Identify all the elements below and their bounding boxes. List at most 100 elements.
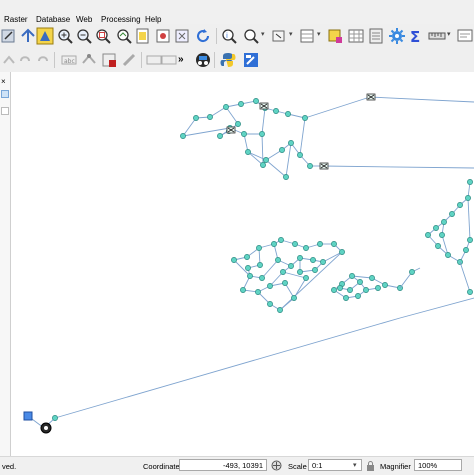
network-node[interactable]: [277, 307, 283, 313]
network-node[interactable]: [288, 140, 294, 146]
network-node[interactable]: [257, 262, 263, 268]
menu-processing[interactable]: Processing: [101, 15, 141, 24]
network-node[interactable]: [223, 104, 229, 110]
network-node[interactable]: [255, 289, 261, 295]
network-node[interactable]: [369, 275, 375, 281]
network-node[interactable]: [207, 114, 213, 120]
redo-icon[interactable]: [34, 51, 52, 69]
network-node[interactable]: [241, 131, 247, 137]
zoom-selection-icon[interactable]: [134, 27, 152, 45]
text-annotation-icon[interactable]: [160, 51, 178, 69]
network-node[interactable]: [193, 115, 199, 121]
annotation-icon[interactable]: [456, 27, 474, 45]
depot-marker[interactable]: [23, 411, 33, 421]
identify-icon[interactable]: i: [220, 27, 238, 45]
network-node[interactable]: [312, 267, 318, 273]
network-node[interactable]: [267, 301, 273, 307]
network-node[interactable]: [467, 179, 473, 185]
network-map[interactable]: [11, 72, 474, 456]
network-node[interactable]: [267, 283, 273, 289]
network-node[interactable]: [357, 279, 363, 285]
redo-icon[interactable]: [16, 51, 34, 69]
network-node[interactable]: [245, 149, 251, 155]
network-node[interactable]: [310, 257, 316, 263]
network-node[interactable]: [433, 225, 439, 231]
extents-icon[interactable]: [271, 460, 282, 471]
network-node[interactable]: [435, 243, 441, 249]
network-node[interactable]: [303, 275, 309, 281]
label-icon[interactable]: abc: [60, 51, 78, 69]
network-node[interactable]: [278, 237, 284, 243]
network-node[interactable]: [283, 174, 289, 180]
menu-database[interactable]: Database: [36, 15, 70, 24]
attribute-table-icon[interactable]: [298, 27, 316, 45]
network-node[interactable]: [343, 295, 349, 301]
magnifier-field[interactable]: 100%: [414, 459, 462, 471]
network-node[interactable]: [259, 275, 265, 281]
network-node[interactable]: [409, 269, 415, 275]
statistics-icon[interactable]: Σ: [407, 27, 425, 45]
edit-script-icon[interactable]: [242, 51, 260, 69]
layer-item[interactable]: [1, 107, 9, 115]
network-node[interactable]: [467, 237, 473, 243]
network-node[interactable]: [247, 273, 253, 279]
layer-item[interactable]: [1, 90, 9, 98]
coordinate-field[interactable]: -493, 10391: [179, 459, 267, 471]
network-node[interactable]: [297, 152, 303, 158]
zoom-out-icon[interactable]: [75, 27, 93, 45]
chevron-down-icon[interactable]: ▾: [353, 461, 357, 469]
network-node[interactable]: [271, 241, 277, 247]
measure-icon[interactable]: [428, 27, 446, 45]
network-node[interactable]: [465, 195, 471, 201]
network-node[interactable]: [217, 133, 223, 139]
network-node[interactable]: [439, 232, 445, 238]
close-icon[interactable]: ×: [1, 78, 9, 86]
network-node[interactable]: [245, 265, 251, 271]
zoom-last-icon[interactable]: [173, 27, 191, 45]
network-node[interactable]: [231, 257, 237, 263]
calculator-icon[interactable]: [367, 27, 385, 45]
network-node[interactable]: [337, 285, 343, 291]
network-node[interactable]: [253, 98, 259, 104]
network-node[interactable]: [363, 287, 369, 293]
network-node[interactable]: [445, 252, 451, 258]
chevron-down-icon[interactable]: ▾: [447, 30, 451, 38]
gear-icon[interactable]: [388, 27, 406, 45]
table-icon[interactable]: [347, 27, 365, 45]
network-node[interactable]: [260, 162, 266, 168]
network-node[interactable]: [425, 232, 431, 238]
plugin-icon[interactable]: [194, 51, 212, 69]
network-node[interactable]: [240, 287, 246, 293]
network-node[interactable]: [355, 293, 361, 299]
edit-icon[interactable]: [0, 27, 18, 45]
network-node[interactable]: [331, 241, 337, 247]
network-node[interactable]: [382, 282, 388, 288]
network-node[interactable]: [320, 259, 326, 265]
network-node[interactable]: [259, 131, 265, 137]
digitize-icon[interactable]: [80, 51, 98, 69]
chevron-down-icon[interactable]: ▾: [261, 30, 265, 38]
network-node[interactable]: [347, 287, 353, 293]
network-node[interactable]: [375, 285, 381, 291]
network-node[interactable]: [349, 273, 355, 279]
network-node[interactable]: [273, 108, 279, 114]
network-node[interactable]: [441, 219, 447, 225]
network-node[interactable]: [180, 133, 186, 139]
network-node[interactable]: [275, 257, 281, 263]
network-node[interactable]: [339, 249, 345, 255]
lock-icon[interactable]: [366, 461, 375, 471]
network-node[interactable]: [282, 280, 288, 286]
refresh-icon[interactable]: [194, 27, 212, 45]
network-node[interactable]: [467, 289, 473, 295]
python-icon[interactable]: [219, 51, 237, 69]
menu-help[interactable]: Help: [145, 15, 161, 24]
zoom-native-icon[interactable]: [154, 27, 172, 45]
network-node[interactable]: [297, 255, 303, 261]
layers-panel[interactable]: ×: [0, 72, 11, 456]
network-node[interactable]: [303, 245, 309, 251]
pan-icon[interactable]: [36, 27, 54, 45]
zoom-layer-icon[interactable]: [115, 27, 133, 45]
network-node[interactable]: [291, 295, 297, 301]
menu-web[interactable]: Web: [76, 15, 92, 24]
select-by-expression-icon[interactable]: [326, 27, 344, 45]
